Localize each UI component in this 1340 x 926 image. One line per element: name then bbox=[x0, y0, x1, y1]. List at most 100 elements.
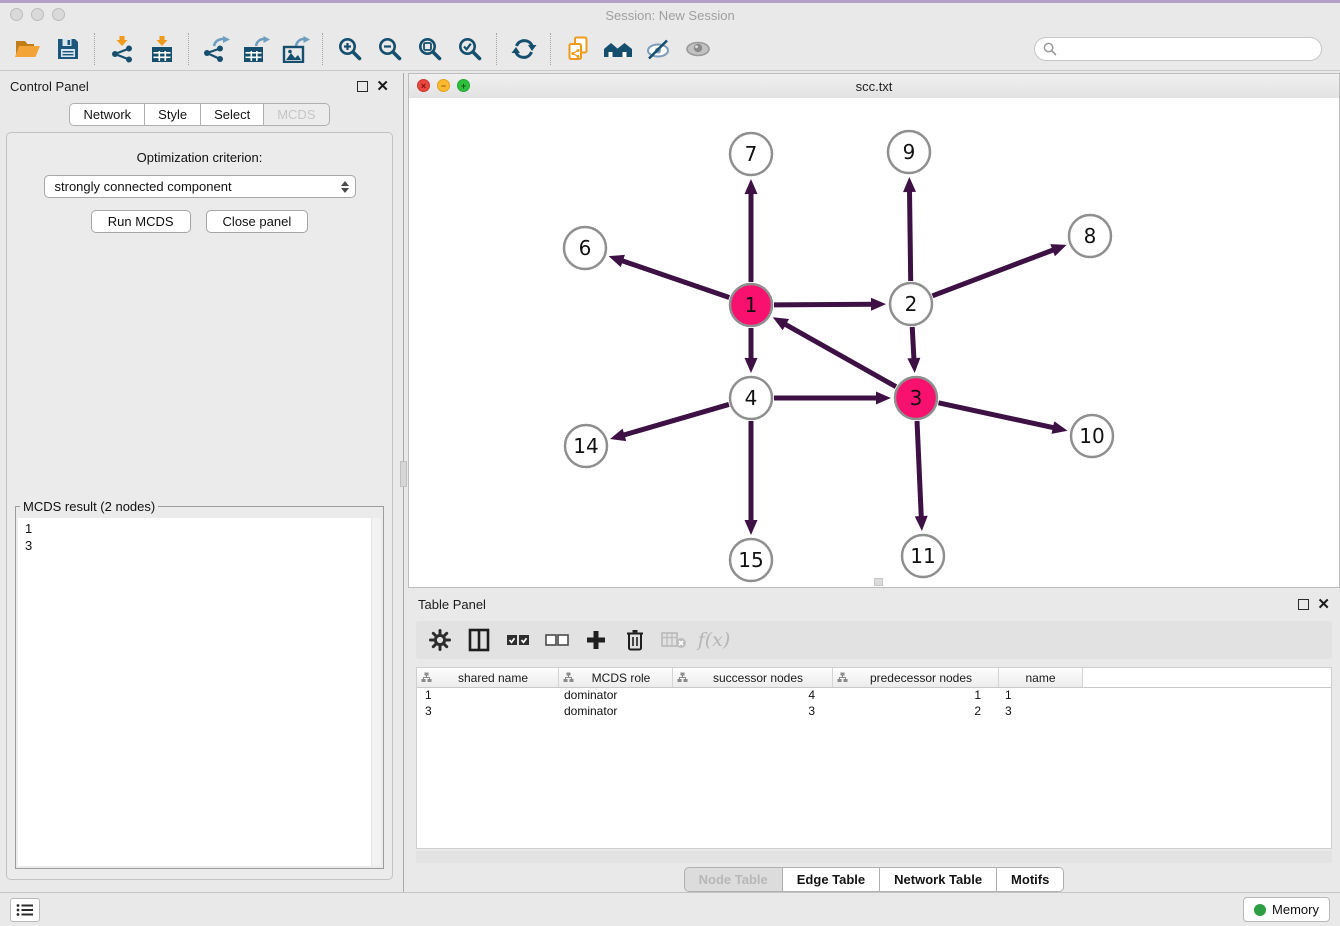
toolbar-separator bbox=[94, 33, 96, 65]
cell-mcds-role: dominator bbox=[559, 704, 673, 720]
column-mode-button[interactable] bbox=[463, 625, 495, 655]
maximize-window-button[interactable] bbox=[52, 8, 65, 21]
export-table-button[interactable] bbox=[236, 32, 276, 66]
list-icon bbox=[16, 903, 34, 917]
tab-network[interactable]: Network bbox=[69, 103, 145, 126]
column-header-predecessor-nodes[interactable]: predecessor nodes bbox=[833, 668, 999, 687]
delete-table-button[interactable] bbox=[658, 625, 690, 655]
split-columns-icon bbox=[468, 628, 490, 652]
column-header-name[interactable]: name bbox=[999, 668, 1083, 687]
tab-style[interactable]: Style bbox=[145, 103, 201, 126]
export-image-button[interactable] bbox=[276, 32, 316, 66]
cell-predecessor-nodes: 2 bbox=[833, 704, 999, 720]
create-column-button[interactable] bbox=[580, 625, 612, 655]
show-details-button[interactable] bbox=[678, 32, 718, 66]
close-window-button[interactable] bbox=[10, 8, 23, 21]
splitter-grip[interactable] bbox=[400, 461, 407, 487]
network-import-icon bbox=[109, 36, 135, 63]
select-all-columns-button[interactable] bbox=[502, 625, 534, 655]
trash-icon bbox=[625, 628, 645, 652]
minimize-view-button[interactable]: − bbox=[437, 79, 450, 92]
refresh-layout-button[interactable] bbox=[504, 32, 544, 66]
edge-3-11[interactable] bbox=[917, 421, 921, 519]
save-session-button[interactable] bbox=[48, 32, 88, 66]
cell-shared-name: 1 bbox=[417, 688, 559, 704]
edge-2-3[interactable] bbox=[912, 327, 914, 361]
tab-mcds[interactable]: MCDS bbox=[264, 103, 329, 126]
edge-1-2[interactable] bbox=[774, 304, 874, 305]
cell-name: 3 bbox=[999, 704, 1083, 720]
unchecked-boxes-icon bbox=[545, 633, 569, 647]
minimize-window-button[interactable] bbox=[31, 8, 44, 21]
edge-1-6[interactable] bbox=[620, 260, 729, 298]
run-mcds-button[interactable]: Run MCDS bbox=[91, 210, 191, 233]
tab-network-table[interactable]: Network Table bbox=[880, 867, 997, 892]
function-builder-button[interactable]: f(x) bbox=[697, 625, 729, 655]
cell-shared-name: 3 bbox=[417, 704, 559, 720]
column-header-shared-name[interactable]: shared name bbox=[417, 668, 559, 687]
float-panel-icon[interactable] bbox=[357, 81, 368, 92]
hierarchy-icon bbox=[563, 672, 574, 683]
edge-arrowhead bbox=[1050, 244, 1066, 256]
float-table-panel-icon[interactable] bbox=[1298, 599, 1309, 610]
canvas-splitter-grip[interactable] bbox=[874, 578, 883, 586]
table-toolbar: f(x) bbox=[416, 621, 1332, 659]
table-row[interactable]: 3 dominator 3 2 3 bbox=[417, 704, 1331, 720]
close-panel-icon[interactable]: ✕ bbox=[376, 81, 389, 92]
zoom-out-button[interactable] bbox=[370, 32, 410, 66]
node-label-1: 1 bbox=[745, 293, 758, 317]
edge-3-1[interactable] bbox=[783, 323, 896, 387]
optimization-criterion-select[interactable]: strongly connected component bbox=[44, 175, 356, 198]
hide-details-button[interactable] bbox=[638, 32, 678, 66]
zoom-in-button[interactable] bbox=[330, 32, 370, 66]
edge-2-9[interactable] bbox=[909, 189, 910, 281]
cell-successor-nodes: 4 bbox=[673, 688, 833, 704]
table-row[interactable]: 1 dominator 4 1 1 bbox=[417, 688, 1331, 704]
tab-motifs[interactable]: Motifs bbox=[997, 867, 1064, 892]
mcds-result-list[interactable]: 1 3 bbox=[18, 518, 381, 866]
edge-arrowhead bbox=[745, 358, 758, 373]
task-history-button[interactable] bbox=[10, 898, 40, 922]
hierarchy-icon bbox=[677, 672, 688, 683]
plus-icon bbox=[585, 629, 607, 651]
edge-4-14[interactable] bbox=[622, 404, 729, 435]
zoom-selected-button[interactable] bbox=[450, 32, 490, 66]
tab-node-table[interactable]: Node Table bbox=[684, 867, 783, 892]
close-table-panel-icon[interactable]: ✕ bbox=[1317, 599, 1330, 610]
tab-select[interactable]: Select bbox=[201, 103, 264, 126]
memory-button[interactable]: Memory bbox=[1243, 897, 1330, 922]
node-label-9: 9 bbox=[903, 140, 916, 164]
export-network-button[interactable] bbox=[196, 32, 236, 66]
open-session-button[interactable] bbox=[8, 32, 48, 66]
tab-edge-table[interactable]: Edge Table bbox=[783, 867, 880, 892]
edge-3-10[interactable] bbox=[938, 403, 1055, 428]
network-canvas[interactable]: 7968124314101511 bbox=[409, 98, 1339, 587]
main-content: Control Panel ✕ Network Style Select MCD… bbox=[0, 73, 1340, 892]
network-graph[interactable]: 7968124314101511 bbox=[409, 98, 1339, 587]
search-input[interactable] bbox=[1062, 41, 1313, 58]
table-panel-title: Table Panel bbox=[418, 597, 486, 612]
edge-arrowhead bbox=[1052, 421, 1068, 434]
column-header-successor-nodes[interactable]: successor nodes bbox=[673, 668, 833, 687]
documents-share-button[interactable] bbox=[558, 32, 598, 66]
mcds-result-fieldset: MCDS result (2 nodes) 1 3 bbox=[15, 499, 384, 869]
maximize-view-button[interactable]: + bbox=[457, 79, 470, 92]
close-panel-button[interactable]: Close panel bbox=[206, 210, 309, 233]
result-scrollbar[interactable] bbox=[371, 518, 381, 866]
edge-arrowhead bbox=[609, 255, 625, 267]
houses-button[interactable] bbox=[598, 32, 638, 66]
unselect-all-columns-button[interactable] bbox=[541, 625, 573, 655]
column-header-mcds-role[interactable]: MCDS role bbox=[559, 668, 673, 687]
close-view-button[interactable]: × bbox=[417, 79, 430, 92]
zoom-fit-button[interactable] bbox=[410, 32, 450, 66]
vertical-splitter[interactable] bbox=[399, 73, 408, 892]
node-label-2: 2 bbox=[905, 292, 918, 316]
node-label-7: 7 bbox=[745, 142, 758, 166]
table-settings-button[interactable] bbox=[424, 625, 456, 655]
mcds-result-line: 1 bbox=[25, 520, 381, 537]
edge-2-8[interactable] bbox=[933, 249, 1056, 296]
import-table-button[interactable] bbox=[142, 32, 182, 66]
delete-column-button[interactable] bbox=[619, 625, 651, 655]
node-label-10: 10 bbox=[1079, 424, 1104, 448]
import-network-button[interactable] bbox=[102, 32, 142, 66]
